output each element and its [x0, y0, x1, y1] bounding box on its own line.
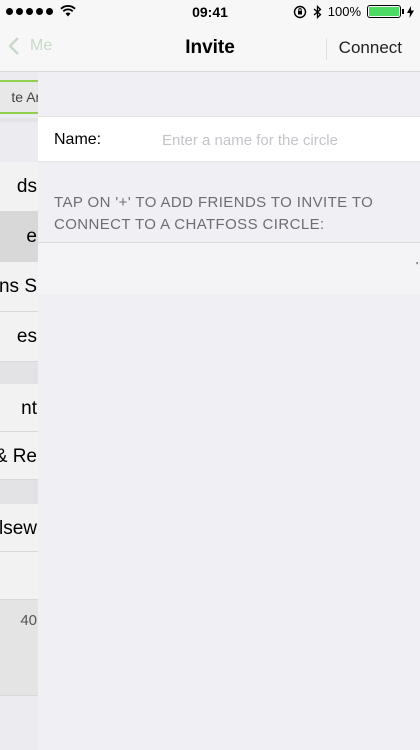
menu-item-label: lsew — [0, 518, 37, 539]
invite-panel: Name: TAP ON '+' TO ADD FRIENDS TO INVIT… — [38, 72, 420, 750]
background-menu: te Are ds e ns S es nt & Re lsew 40 — [0, 72, 40, 750]
invite-friends-list[interactable]: ' — [38, 242, 420, 294]
menu-item[interactable]: lsew — [0, 504, 40, 552]
menu-item-label: ns S — [0, 276, 37, 297]
menu-item[interactable]: ds — [0, 162, 40, 212]
name-label: Name: — [54, 131, 102, 148]
menu-tab-label: te Are — [11, 89, 40, 105]
invite-instructions: TAP ON '+' TO ADD FRIENDS TO INVITE TO C… — [54, 194, 374, 233]
menu-item[interactable]: & Re — [0, 432, 40, 480]
charging-icon — [407, 5, 414, 18]
circle-name-input[interactable] — [162, 126, 402, 154]
status-right: 100% — [293, 4, 414, 19]
menu-item-label: es — [16, 326, 37, 347]
list-marker: ' — [416, 261, 418, 272]
menu-item[interactable]: nt — [0, 384, 40, 432]
menu-separator — [0, 480, 40, 504]
menu-separator — [0, 118, 40, 122]
battery-tip — [402, 9, 404, 14]
menu-item[interactable] — [0, 552, 40, 600]
menu-item-label: & Re — [0, 446, 37, 467]
orientation-lock-icon — [293, 5, 306, 18]
menu-item[interactable]: 40 — [0, 600, 40, 696]
menu-tab[interactable]: te Are — [0, 80, 40, 114]
menu-item-label: 40 — [20, 612, 37, 629]
status-bar: 09:41 100% — [0, 0, 420, 24]
name-row: Name: — [38, 116, 420, 162]
battery-percentage: 100% — [327, 4, 361, 19]
menu-item[interactable]: ns S — [0, 262, 40, 312]
menu-item[interactable]: es — [0, 312, 40, 362]
menu-separator — [0, 362, 40, 384]
connect-button[interactable]: Connect — [339, 38, 402, 58]
menu-item-label: nt — [21, 398, 37, 419]
battery-icon — [367, 5, 404, 18]
menu-item-selected[interactable]: e — [0, 212, 40, 262]
navigation-bar: Me Invite Connect — [0, 24, 420, 72]
menu-item-label: ds — [16, 176, 37, 197]
nav-divider — [326, 38, 327, 60]
battery-level — [369, 7, 399, 16]
bluetooth-icon — [313, 4, 322, 19]
menu-item-label: e — [26, 226, 37, 247]
